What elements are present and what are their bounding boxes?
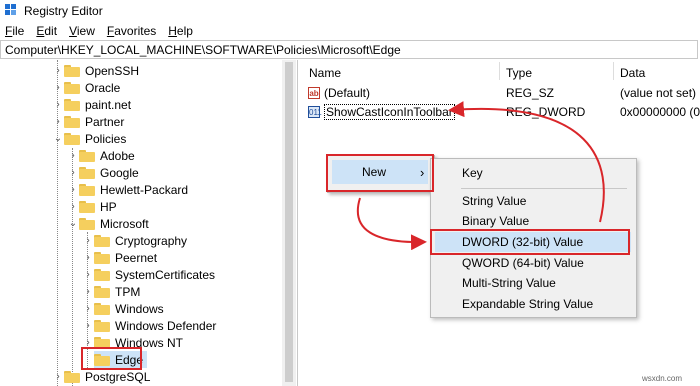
chevron-right-icon[interactable]: › bbox=[52, 99, 64, 110]
tree-item-systemcertificates[interactable]: › SystemCertificates bbox=[82, 266, 215, 283]
chevron-right-icon[interactable]: › bbox=[82, 286, 94, 297]
folder-icon bbox=[94, 234, 110, 247]
value-data: (value not set) bbox=[620, 85, 697, 100]
value-type: REG_DWORD bbox=[506, 104, 586, 119]
tree-item-hp[interactable]: › HP bbox=[67, 198, 116, 215]
address-bar[interactable]: Computer\HKEY_LOCAL_MACHINE\SOFTWARE\Pol… bbox=[0, 40, 698, 59]
menu-favorites[interactable]: Favorites bbox=[102, 24, 163, 38]
value-data: 0x00000000 (0) bbox=[620, 104, 700, 119]
value-type: REG_SZ bbox=[506, 85, 555, 100]
folder-icon bbox=[94, 302, 110, 315]
folder-icon bbox=[64, 81, 80, 94]
chevron-right-icon[interactable]: › bbox=[67, 150, 79, 161]
menu-item-string-value[interactable]: String Value bbox=[435, 191, 631, 211]
tree-item-google[interactable]: › Google bbox=[67, 164, 138, 181]
menu-item-expandable-string-value[interactable]: Expandable String Value bbox=[435, 294, 631, 314]
tree-item-windows-defender[interactable]: › Windows Defender bbox=[82, 317, 216, 334]
tree-item-openssh[interactable]: › OpenSSH bbox=[52, 62, 139, 79]
address-path: Computer\HKEY_LOCAL_MACHINE\SOFTWARE\Pol… bbox=[5, 42, 401, 57]
column-divider[interactable] bbox=[613, 62, 614, 80]
chevron-right-icon[interactable]: › bbox=[67, 201, 79, 212]
scrollbar-thumb[interactable] bbox=[285, 62, 293, 382]
highlight-new-item bbox=[326, 154, 434, 192]
menu-item-key[interactable]: Key bbox=[435, 163, 631, 183]
folder-icon bbox=[79, 183, 95, 196]
folder-icon bbox=[94, 285, 110, 298]
folder-icon bbox=[64, 132, 80, 145]
folder-icon bbox=[94, 251, 110, 264]
tree-item-paint-net[interactable]: › paint.net bbox=[52, 96, 131, 113]
menu-bar: File Edit View Favorites Help bbox=[0, 22, 700, 40]
menu-view[interactable]: View bbox=[64, 24, 102, 38]
folder-icon bbox=[64, 64, 80, 77]
column-type[interactable]: Type bbox=[506, 66, 532, 80]
tree-item-tpm[interactable]: › TPM bbox=[82, 283, 140, 300]
chevron-right-icon[interactable]: › bbox=[67, 167, 79, 178]
menu-item-binary-value[interactable]: Binary Value bbox=[435, 211, 631, 231]
highlight-dword-item bbox=[430, 229, 630, 255]
window-title: Registry Editor bbox=[24, 3, 103, 18]
chevron-right-icon[interactable]: › bbox=[82, 235, 94, 246]
menu-edit[interactable]: Edit bbox=[31, 24, 64, 38]
tree-item-hewlett-packard[interactable]: › Hewlett-Packard bbox=[67, 181, 188, 198]
column-divider[interactable] bbox=[499, 62, 500, 80]
menu-item-multi-string-value[interactable]: Multi-String Value bbox=[435, 273, 631, 293]
chevron-right-icon[interactable]: › bbox=[82, 269, 94, 280]
column-data[interactable]: Data bbox=[620, 66, 645, 80]
chevron-right-icon[interactable]: › bbox=[52, 116, 64, 127]
menu-help[interactable]: Help bbox=[163, 24, 200, 38]
column-name[interactable]: Name bbox=[309, 66, 341, 80]
tree-item-adobe[interactable]: › Adobe bbox=[67, 147, 134, 164]
folder-icon bbox=[94, 319, 110, 332]
menu-item-qword-value[interactable]: QWORD (64-bit) Value bbox=[435, 253, 631, 273]
folder-icon bbox=[64, 115, 80, 128]
chevron-right-icon[interactable]: › bbox=[82, 320, 94, 331]
folder-icon bbox=[79, 200, 95, 213]
registry-editor-icon bbox=[5, 4, 18, 17]
chevron-right-icon[interactable]: › bbox=[82, 252, 94, 263]
folder-icon bbox=[79, 217, 95, 230]
chevron-down-icon[interactable]: ⌄ bbox=[52, 133, 64, 144]
chevron-right-icon[interactable]: › bbox=[82, 303, 94, 314]
chevron-right-icon[interactable]: › bbox=[67, 184, 79, 195]
chevron-right-icon[interactable]: › bbox=[52, 82, 64, 93]
chevron-right-icon[interactable]: › bbox=[52, 371, 64, 382]
folder-icon bbox=[64, 370, 80, 383]
key-tree[interactable]: › OpenSSH › Oracle › paint.net › Partner ⌄ Po… bbox=[0, 60, 298, 386]
tree-item-oracle[interactable]: › Oracle bbox=[52, 79, 120, 96]
tree-item-partner[interactable]: › Partner bbox=[52, 113, 124, 130]
folder-icon bbox=[79, 166, 95, 179]
menu-file[interactable]: File bbox=[0, 24, 31, 38]
chevron-down-icon[interactable]: ⌄ bbox=[67, 218, 79, 229]
folder-icon bbox=[94, 268, 110, 281]
dword-value-icon: 011 bbox=[308, 105, 322, 118]
tree-item-cryptography[interactable]: › Cryptography bbox=[82, 232, 187, 249]
value-row-showcasticonintoolbar[interactable]: 011 ShowCastIconInToolbar bbox=[308, 103, 455, 120]
tree-item-postgresql[interactable]: › PostgreSQL bbox=[52, 368, 150, 385]
value-row-default[interactable]: ab (Default) bbox=[308, 84, 370, 101]
folder-icon bbox=[64, 98, 80, 111]
tree-scrollbar[interactable] bbox=[282, 60, 296, 386]
tree-item-peernet[interactable]: › Peernet bbox=[82, 249, 157, 266]
folder-icon bbox=[79, 149, 95, 162]
title-bar: Registry Editor bbox=[0, 0, 700, 21]
highlight-edge-key bbox=[81, 347, 142, 370]
string-value-icon: ab bbox=[308, 86, 320, 99]
tree-item-microsoft[interactable]: ⌄ Microsoft bbox=[67, 215, 149, 232]
menu-separator bbox=[461, 188, 627, 189]
tree-item-policies[interactable]: ⌄ Policies bbox=[52, 130, 127, 147]
watermark: wsxdn.com bbox=[642, 374, 683, 383]
chevron-right-icon[interactable]: › bbox=[52, 65, 64, 76]
tree-item-windows[interactable]: › Windows bbox=[82, 300, 163, 317]
